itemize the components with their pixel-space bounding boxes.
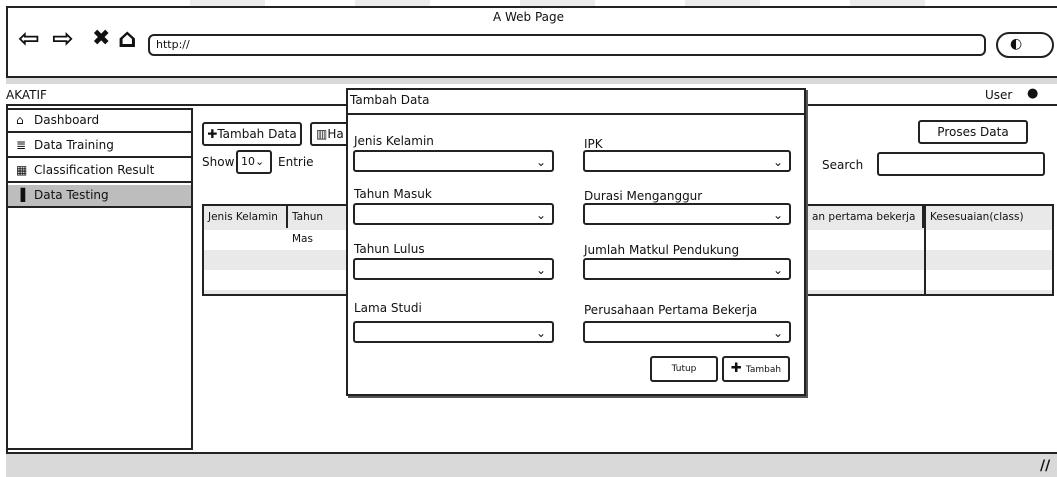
chevron-down-icon: ⌄ — [772, 155, 783, 169]
sidebar-item-data-testing[interactable]: ▐ Data Testing — [8, 185, 191, 208]
chevron-down-icon: ⌄ — [535, 326, 546, 340]
graduation-year-label: Tahun Lulus — [354, 242, 425, 256]
search-label: Search — [822, 158, 864, 172]
chevron-down-icon: ⌄ — [772, 326, 783, 340]
graduation-year-select[interactable]: ⌄ — [353, 258, 554, 280]
show-label: Show — [202, 155, 235, 169]
window-title: A Web Page — [492, 10, 565, 24]
entries-select[interactable]: 10⌄ — [236, 150, 272, 174]
unemployment-duration-select[interactable]: ⌄ — [583, 203, 791, 225]
add-data-button[interactable]: ✚Tambah Data — [202, 122, 302, 146]
trash-icon: ▥ — [316, 127, 328, 141]
resize-grip-icon[interactable]: // — [1040, 458, 1050, 474]
browser-search-button[interactable]: ◐ — [996, 32, 1054, 58]
chevron-down-icon: ⌄ — [535, 155, 546, 169]
table-icon: ▦ — [16, 163, 28, 177]
user-icon[interactable]: ● — [1027, 86, 1038, 101]
sidebar-item-label: Data Training — [34, 138, 114, 152]
home-icon: ⌂ — [16, 113, 24, 127]
url-bar[interactable]: http:// — [148, 34, 986, 56]
chevron-down-icon: ⌄ — [772, 263, 783, 277]
gender-label: Jenis Kelamin — [354, 134, 434, 148]
stop-icon[interactable]: ✖ — [92, 26, 110, 52]
entries-label: Entrie — [278, 155, 314, 169]
search-icon: ◐ — [1010, 36, 1023, 52]
delete-button[interactable]: ▥Ha — [310, 122, 350, 146]
process-data-button[interactable]: Proses Data — [918, 120, 1028, 144]
home-icon[interactable]: ⌂ — [118, 26, 137, 52]
first-company-label: Perusahaan Pertama Bekerja — [584, 303, 758, 317]
status-bar — [6, 452, 1057, 477]
sidebar-item-dashboard[interactable]: ⌂ Dashboard — [8, 110, 191, 133]
sidebar-item-label: Classification Result — [34, 163, 155, 177]
app-name: AKATIF — [6, 88, 47, 102]
column-header[interactable]: Jenis Kelamin — [204, 206, 288, 228]
entry-year-label: Tahun Masuk — [354, 187, 432, 201]
close-button[interactable]: Tutup — [650, 356, 718, 382]
plus-icon: ✚ — [730, 361, 746, 376]
add-data-label: Tambah Data — [217, 127, 297, 141]
column-header[interactable]: Tahun Mas — [288, 206, 348, 296]
sidebar-item-label: Dashboard — [34, 113, 100, 127]
chevron-down-icon: ⌄ — [255, 155, 265, 168]
study-duration-select[interactable]: ⌄ — [353, 321, 554, 343]
database-icon: ≣ — [16, 138, 27, 152]
sidebar-item-data-training[interactable]: ≣ Data Training — [8, 135, 191, 158]
supporting-courses-select[interactable]: ⌄ — [583, 258, 791, 280]
plus-icon: ✚ — [207, 127, 218, 141]
submit-button[interactable]: ✚ Tambah — [722, 356, 790, 382]
sidebar-item-label: Data Testing — [34, 188, 109, 202]
column-header[interactable]: Kesesuaian(class) — [924, 206, 1052, 296]
ipk-select[interactable]: ⌄ — [583, 150, 791, 172]
ipk-label: IPK — [584, 137, 603, 151]
unemployment-duration-label: Durasi Menganggur — [584, 189, 703, 203]
modal-title: Tambah Data — [350, 93, 430, 107]
study-duration-label: Lama Studi — [354, 301, 422, 315]
chevron-down-icon: ⌄ — [772, 208, 783, 222]
search-input[interactable] — [877, 152, 1045, 176]
file-icon: ▐ — [16, 188, 26, 202]
delete-label: Ha — [327, 127, 344, 141]
submit-label: Tambah — [745, 365, 782, 375]
chevron-down-icon: ⌄ — [535, 263, 546, 277]
back-icon[interactable]: ⇦ — [18, 26, 40, 52]
sidebar: ⌂ Dashboard ≣ Data Training ▦ Classificatio… — [6, 108, 193, 450]
gender-select[interactable]: ⌄ — [353, 150, 554, 172]
chevron-down-icon: ⌄ — [535, 208, 546, 222]
sidebar-item-classification-result[interactable]: ▦ Classification Result — [8, 160, 191, 183]
entries-value: 10 — [241, 155, 255, 168]
forward-icon[interactable]: ⇨ — [52, 26, 74, 52]
supporting-courses-label: Jumlah Matkul Pendukung — [584, 243, 740, 257]
column-header[interactable]: an pertama bekerja — [808, 206, 924, 228]
user-menu[interactable]: User — [985, 88, 1012, 102]
entry-year-select[interactable]: ⌄ — [353, 203, 554, 225]
first-company-select[interactable]: ⌄ — [583, 321, 791, 343]
